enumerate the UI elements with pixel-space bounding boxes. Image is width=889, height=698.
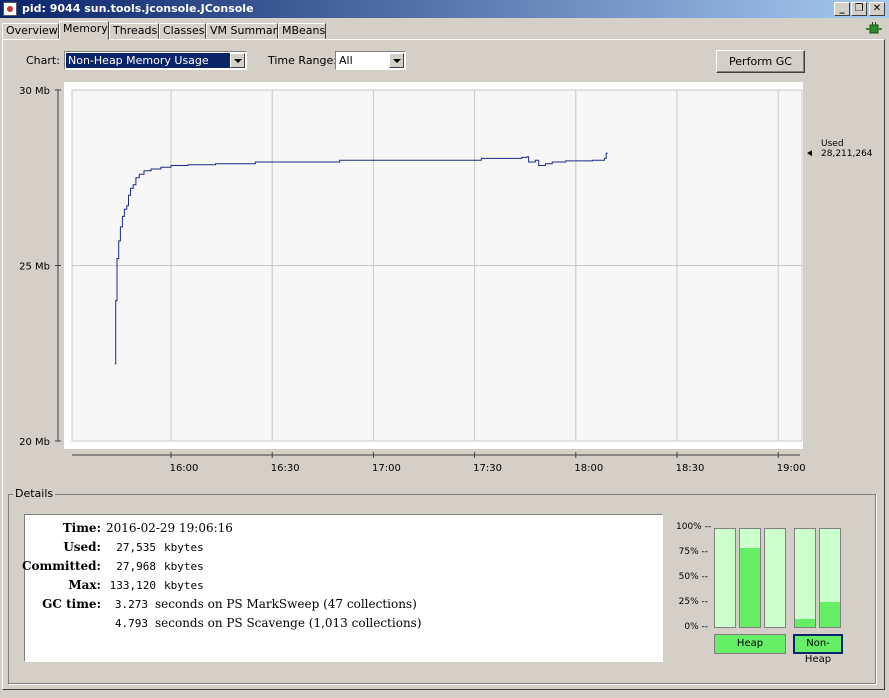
max-label: Max:	[68, 578, 101, 592]
restore-button[interactable]: ❐	[851, 2, 867, 16]
details-title: Details	[13, 487, 56, 500]
plot-background[interactable]	[64, 82, 803, 449]
tab-memory[interactable]: Memory	[59, 21, 109, 40]
gc1-seconds: 3.273	[114, 598, 148, 611]
committed-label: Committed:	[21, 559, 101, 573]
chevron-down-icon[interactable]	[230, 53, 245, 68]
gc-time-label: GC time:	[42, 597, 101, 611]
gc2-seconds: 4.793	[114, 617, 148, 630]
window-title: pid: 9044 sun.tools.jconsole.JConsole	[22, 2, 254, 15]
tab-overview[interactable]: Overview	[2, 23, 59, 39]
gc1-description: seconds on PS MarkSweep (47 collections)	[155, 597, 417, 611]
scale-0: 0% --	[684, 622, 708, 632]
scale-75: 75% --	[678, 547, 708, 557]
time-row: Time:	[25, 521, 101, 540]
nonheap-pool-fill-2	[820, 601, 840, 627]
time-range-select[interactable]: All	[335, 51, 406, 70]
chart-label: Chart:	[26, 54, 60, 67]
nonheap-pool-bar-1[interactable]	[794, 528, 816, 628]
time-value: 2016-02-29 19:06:16	[106, 521, 233, 535]
tab-mbeans[interactable]: MBeans	[278, 23, 326, 39]
nonheap-pool-fill-1	[795, 619, 815, 627]
used-value: 27,535	[116, 541, 156, 554]
time-label: Time:	[62, 521, 101, 535]
close-button[interactable]: ✕	[869, 2, 885, 16]
chevron-down-icon[interactable]	[389, 53, 404, 68]
used-unit: kbytes	[164, 541, 204, 554]
tab-threads[interactable]: Threads	[109, 23, 159, 39]
heap-pool-bar-3[interactable]	[764, 528, 786, 628]
connection-icon[interactable]	[866, 22, 882, 36]
gc-time-row: GC time:	[25, 597, 101, 616]
scale-50: 50% --	[678, 572, 708, 582]
heap-pool-bar-1[interactable]	[714, 528, 736, 628]
nonheap-pool-bar-2[interactable]	[819, 528, 841, 628]
nonheap-button[interactable]: Non-Heap	[793, 634, 843, 665]
minimize-button[interactable]: _	[834, 2, 850, 16]
details-info-area: Time: 2016-02-29 19:06:16 Used: 27,535 k…	[21, 514, 663, 662]
committed-value: 27,968	[116, 560, 156, 573]
scale-100: 100% --	[676, 522, 712, 532]
max-row: Max:	[25, 578, 101, 597]
java-app-icon	[3, 2, 17, 16]
chart-select-value: Non-Heap Memory Usage	[66, 53, 233, 68]
chart-select[interactable]: Non-Heap Memory Usage	[64, 51, 247, 70]
tab-vm-summary[interactable]: VM Summary	[206, 23, 284, 39]
heap-pool-bar-2[interactable]	[739, 528, 761, 628]
max-unit: kbytes	[164, 579, 204, 592]
title-bar: pid: 9044 sun.tools.jconsole.JConsole _ …	[0, 0, 889, 18]
used-row: Used:	[25, 540, 101, 559]
tab-classes[interactable]: Classes	[159, 23, 206, 39]
perform-gc-button[interactable]: Perform GC	[716, 50, 805, 73]
committed-unit: kbytes	[164, 560, 204, 573]
committed-row: Committed:	[21, 559, 101, 578]
time-range-value: All	[339, 54, 353, 67]
heap-pool-fill-2	[740, 547, 760, 627]
heap-button[interactable]: Heap	[714, 634, 786, 654]
time-range-label: Time Range:	[268, 54, 337, 67]
used-label: Used:	[63, 540, 101, 554]
gc2-description: seconds on PS Scavenge (1,013 collection…	[155, 616, 422, 630]
scale-25: 25% --	[678, 597, 708, 607]
max-value: 133,120	[109, 579, 156, 592]
